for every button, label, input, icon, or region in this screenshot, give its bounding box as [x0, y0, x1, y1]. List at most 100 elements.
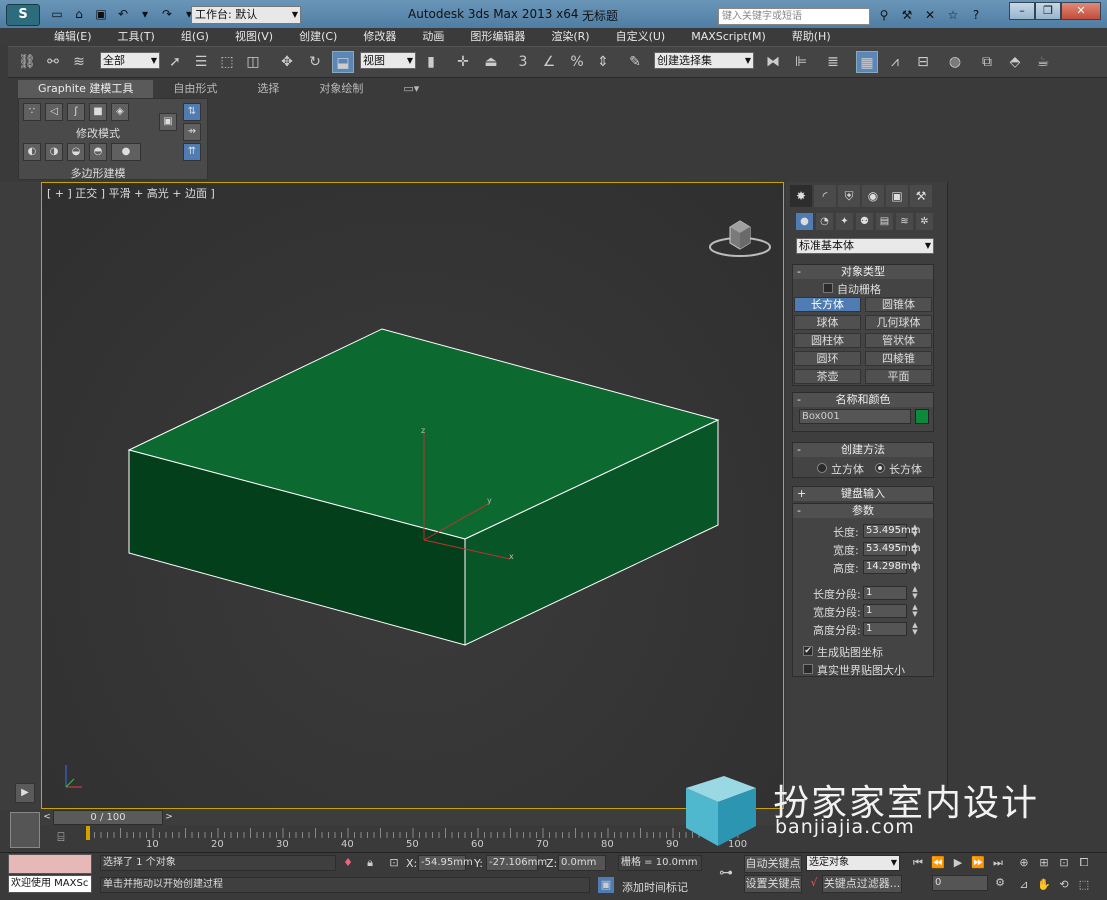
torus-button[interactable]: 圆环 — [794, 351, 861, 366]
field-of-view-icon[interactable]: ⊿ — [1016, 877, 1032, 893]
menu-help[interactable]: 帮助(H) — [792, 28, 831, 46]
undo-icon[interactable]: ↶ — [114, 6, 132, 22]
time-next-icon[interactable]: > — [163, 810, 175, 825]
time-tag-icon[interactable]: ▣ — [598, 877, 614, 893]
rectangular-selection-icon[interactable]: ⬚ — [216, 51, 238, 73]
width-spinner[interactable]: 53.495mm — [863, 542, 920, 556]
y-coordinate-field[interactable]: -27.106mm — [486, 855, 547, 871]
workspace-dropdown[interactable]: 工作台: 默认 ▼ — [191, 6, 301, 24]
name-color-header[interactable]: - 名称和颜色 — [793, 393, 933, 407]
x-coordinate-field[interactable]: -54.95mm — [418, 855, 473, 871]
current-frame-field[interactable]: 0 — [932, 875, 988, 891]
add-time-tag[interactable]: 添加时间标记 — [622, 879, 688, 895]
snap-toggle-icon[interactable]: 3 — [512, 51, 534, 73]
sphere-button[interactable]: 球体 — [794, 315, 861, 330]
restore-icon[interactable]: ❐ — [1035, 2, 1061, 20]
ribbon-footer-label[interactable]: 多边形建模 — [19, 165, 177, 181]
width-segs-spinner[interactable]: 1 — [863, 604, 907, 618]
menu-graph-editors[interactable]: 图形编辑器 — [470, 28, 525, 46]
menu-tools[interactable]: 工具(T) — [118, 28, 155, 46]
menu-edit[interactable]: 编辑(E) — [54, 28, 92, 46]
menu-create[interactable]: 创建(C) — [299, 28, 337, 46]
keyboard-entry-header[interactable]: + 键盘输入 — [793, 487, 933, 501]
pan-view-icon[interactable]: ✋ — [1036, 877, 1052, 893]
length-segs-arrows-icon[interactable]: ▲ ▼ — [911, 586, 919, 600]
systems-icon[interactable]: ✲ — [916, 213, 933, 230]
length-segs-spinner[interactable]: 1 — [863, 586, 907, 600]
angle-snap-icon[interactable]: ∠ — [538, 51, 560, 73]
selection-filter-dropdown[interactable]: 全部 ▼ — [100, 52, 160, 69]
communication-icon[interactable]: ✕ — [920, 7, 940, 23]
width-segs-arrows-icon[interactable]: ▲ ▼ — [911, 604, 919, 618]
select-by-name-icon[interactable]: ☰ — [190, 51, 212, 73]
teapot-button[interactable]: 茶壶 — [794, 369, 861, 384]
link-icon[interactable]: ⛓ — [16, 51, 38, 73]
redo-icon[interactable]: ↷ — [158, 6, 176, 22]
window-crossing-icon[interactable]: ◫ — [242, 51, 264, 73]
object-type-header[interactable]: - 对象类型 — [793, 265, 933, 279]
zoom-all-icon[interactable]: ⊞ — [1036, 855, 1052, 871]
help-icon[interactable]: ? — [966, 7, 986, 23]
object-category-dropdown[interactable]: 标准基本体 ▼ — [796, 238, 934, 254]
graphite-toggle-icon[interactable]: ▦ — [856, 51, 878, 73]
keyboard-shortcut-override-icon[interactable]: ⏏ — [480, 51, 502, 73]
display-tab-icon[interactable]: ▣ — [886, 185, 908, 207]
auto-key-button[interactable]: 自动关键点 — [744, 855, 802, 873]
creation-method-header[interactable]: - 创建方法 — [793, 443, 933, 457]
pyramid-button[interactable]: 四棱锥 — [865, 351, 932, 366]
edge-icon[interactable]: ◁ — [45, 103, 63, 121]
next-frame-icon[interactable]: ⏩ — [970, 855, 986, 871]
reference-coordinate-dropdown[interactable]: 视图 ▼ — [360, 52, 416, 69]
maximize-viewport-icon[interactable]: ⬚ — [1076, 877, 1092, 893]
tab-freeform[interactable]: 自由形式 — [153, 80, 237, 98]
previous-frame-icon[interactable]: ⏪ — [930, 855, 946, 871]
select-manipulate-icon[interactable]: ✛ — [452, 51, 474, 73]
key-mode-dropdown[interactable]: 选定对象 ▼ — [806, 855, 900, 871]
helpers-icon[interactable]: ▤ — [876, 213, 893, 230]
modify-tool-5-icon[interactable]: ● — [111, 143, 141, 161]
length-spinner-arrows-icon[interactable]: ▲ ▼ — [911, 524, 919, 538]
vertex-icon[interactable]: ∵ — [23, 103, 41, 121]
cameras-icon[interactable]: ⚉ — [856, 213, 873, 230]
pivot-center-icon[interactable]: ▮ — [420, 51, 442, 73]
mini-curve-editor-toggle[interactable] — [10, 812, 40, 848]
menu-rendering[interactable]: 渲染(R) — [551, 28, 589, 46]
space-warps-icon[interactable]: ≋ — [896, 213, 913, 230]
menu-views[interactable]: 视图(V) — [235, 28, 273, 46]
time-slider-thumb[interactable]: 0 / 100 — [53, 810, 163, 825]
render-production-icon[interactable]: ☕ — [1032, 51, 1054, 73]
shapes-icon[interactable]: ◔ — [816, 213, 833, 230]
favorites-icon[interactable]: ☆ — [943, 7, 963, 23]
bind-space-warp-icon[interactable]: ≋ — [68, 51, 90, 73]
time-slider[interactable]: < 0 / 100 > — [41, 810, 784, 825]
ribbon-side-4-icon[interactable]: ⇈ — [183, 143, 201, 161]
motion-tab-icon[interactable]: ◉ — [862, 185, 884, 207]
selection-lock-icon[interactable]: 🔒︎ — [362, 855, 378, 871]
height-segs-arrows-icon[interactable]: ▲ ▼ — [911, 622, 919, 636]
box-radio[interactable] — [875, 463, 885, 473]
new-file-icon[interactable]: ▭ — [48, 6, 66, 22]
time-configuration-icon[interactable]: ⚙ — [992, 875, 1008, 891]
close-icon[interactable]: ✕ — [1061, 2, 1101, 20]
schematic-view-icon[interactable]: ⊟ — [912, 51, 934, 73]
z-coordinate-field[interactable]: 0.0mm — [558, 855, 606, 871]
plane-button[interactable]: 平面 — [865, 369, 932, 384]
height-segs-spinner[interactable]: 1 — [863, 622, 907, 636]
height-spinner-arrows-icon[interactable]: ▲ ▼ — [911, 560, 919, 574]
orbit-icon[interactable]: ⟲ — [1056, 877, 1072, 893]
absolute-mode-icon[interactable]: ⊡ — [386, 855, 402, 871]
scene[interactable]: z y x — [42, 183, 784, 809]
menu-group[interactable]: 组(G) — [181, 28, 209, 46]
select-object-icon[interactable]: ➚ — [164, 51, 186, 73]
zoom-icon[interactable]: ⊕ — [1016, 855, 1032, 871]
align-icon[interactable]: ⊫ — [790, 51, 812, 73]
unlink-icon[interactable]: ⚯ — [42, 51, 64, 73]
time-prev-icon[interactable]: < — [41, 810, 53, 825]
modify-tool-1-icon[interactable]: ◐ — [23, 143, 41, 161]
cylinder-button[interactable]: 圆柱体 — [794, 333, 861, 348]
scale-icon[interactable]: ⬓ — [332, 51, 354, 73]
modify-tool-4-icon[interactable]: ◓ — [89, 143, 107, 161]
tab-selection[interactable]: 选择 — [237, 80, 299, 98]
perspective-viewport[interactable]: [ + ] 正交 ] 平滑 + 高光 + 边面 ] z y x — [41, 182, 784, 809]
menu-maxscript[interactable]: MAXScript(M) — [691, 28, 766, 46]
